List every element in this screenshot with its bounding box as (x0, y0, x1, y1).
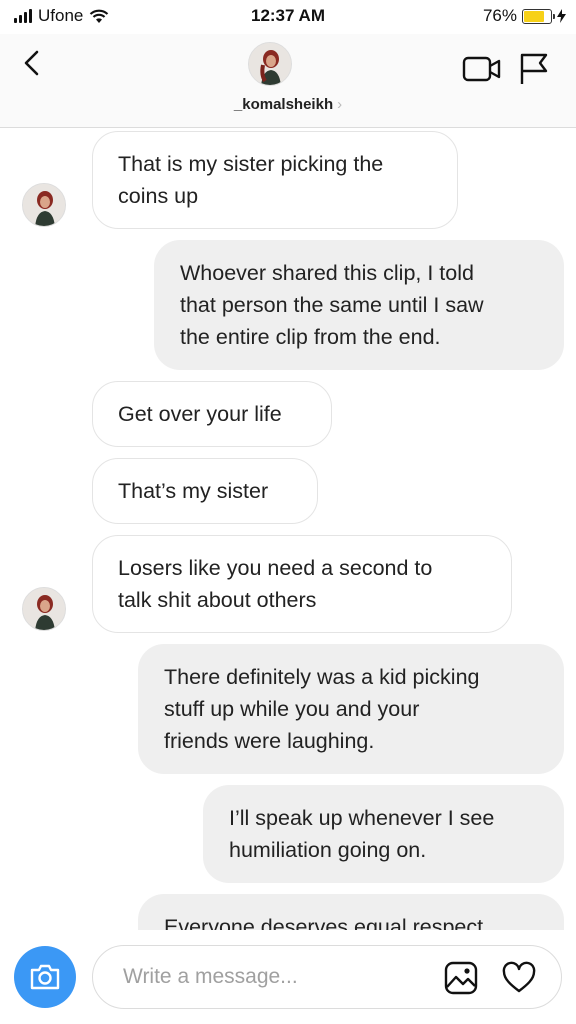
message-line: Get over your life (118, 402, 282, 426)
message-line: That is my sister picking the (118, 152, 384, 176)
message-bubble-incoming[interactable]: Get over your life (92, 381, 332, 447)
message-bubble-incoming[interactable]: That’s my sister (92, 458, 318, 524)
camera-icon (30, 964, 60, 990)
camera-button[interactable] (14, 946, 76, 1008)
message-bubble-incoming[interactable]: Losers like you need a second to talk sh… (92, 535, 512, 633)
message-bubble-outgoing[interactable]: There definitely was a kid picking stuff… (138, 644, 564, 774)
message-bubble-incoming[interactable]: That is my sister picking the coins up (92, 131, 458, 229)
header-username[interactable]: _komalsheikh › (0, 96, 576, 113)
message-line: that person the same until I saw (180, 293, 484, 317)
message-composer (92, 945, 562, 1009)
message-input[interactable] (123, 960, 423, 994)
sender-avatar[interactable] (22, 183, 66, 227)
message-bubble-outgoing[interactable]: I’ll speak up whenever I see humiliation… (203, 785, 564, 883)
chat-header: _komalsheikh › (0, 34, 576, 128)
message-line: stuff up while you and your (164, 697, 420, 721)
message-bubble-outgoing[interactable]: Whoever shared this clip, I told that pe… (154, 240, 564, 370)
battery-area: 76% (483, 6, 566, 26)
username-chevron-icon: › (337, 96, 343, 113)
message-line: the entire clip from the end. (180, 325, 441, 349)
message-line: coins up (118, 184, 199, 208)
flag-icon[interactable] (516, 52, 550, 86)
message-line: friends were laughing. (164, 729, 375, 753)
message-line: There definitely was a kid picking (164, 665, 480, 689)
message-line: talk shit about others (118, 588, 317, 612)
message-line: That’s my sister (118, 479, 269, 503)
battery-icon (522, 8, 555, 24)
message-line: humiliation going on. (229, 838, 427, 862)
status-bar: Ufone 12:37 AM 76% (0, 0, 576, 34)
message-line: I’ll speak up whenever I see (229, 806, 495, 830)
back-chevron-icon[interactable] (18, 48, 48, 78)
battery-percent: 76% (482, 6, 517, 25)
charging-bolt-icon (557, 9, 566, 23)
username-text: _komalsheikh (233, 96, 334, 113)
heart-icon[interactable] (501, 960, 537, 996)
gallery-icon[interactable] (443, 960, 479, 996)
video-call-icon[interactable] (462, 54, 502, 84)
message-line: Whoever shared this clip, I told (180, 261, 474, 285)
sender-avatar[interactable] (22, 587, 66, 631)
message-line: Losers like you need a second to (118, 556, 433, 580)
header-avatar[interactable] (248, 42, 292, 86)
